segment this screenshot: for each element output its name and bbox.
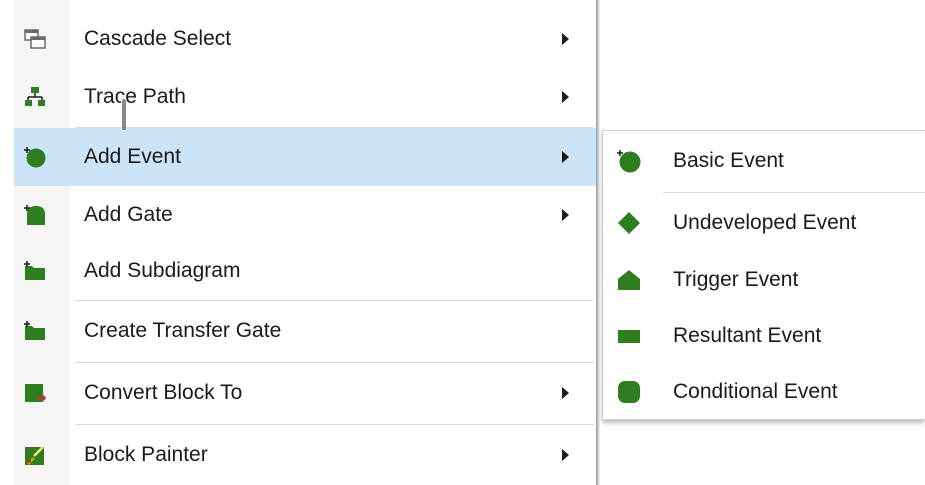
submenu-item-label: Undeveloped Event — [673, 211, 857, 234]
menu-item-label: Trace Path — [84, 85, 186, 108]
submenu-arrow-icon — [562, 151, 569, 163]
paint-brush-icon — [24, 444, 46, 466]
submenu-item-label: Conditional Event — [673, 380, 838, 403]
submenu-item-resultant-event[interactable]: Resultant Event — [603, 308, 925, 364]
menu-item-label: Add Gate — [84, 203, 173, 226]
menu-edge-shadow — [596, 0, 600, 485]
add-subdiagram-folder-icon — [24, 260, 46, 282]
submenu-item-trigger-event[interactable]: Trigger Event — [603, 252, 925, 308]
menu-item-convert-block-to[interactable]: Convert Block To — [14, 364, 596, 422]
menu-item-label: Add Subdiagram — [84, 259, 241, 282]
convert-block-icon — [24, 382, 47, 404]
menu-item-label: Create Transfer Gate — [84, 319, 282, 342]
transfer-gate-folder-icon — [24, 320, 46, 342]
submenu-arrow-icon — [562, 209, 569, 221]
submenu-arrow-icon — [562, 33, 569, 45]
submenu-separator — [663, 192, 925, 193]
text-cursor-icon — [121, 100, 126, 130]
rounded-square-icon — [617, 380, 641, 404]
menu-item-add-subdiagram[interactable]: Add Subdiagram — [14, 242, 596, 300]
submenu-arrow-icon — [562, 449, 569, 461]
diamond-icon — [617, 211, 641, 235]
submenu-item-label: Resultant Event — [673, 324, 822, 347]
submenu-item-undeveloped-event[interactable]: Undeveloped Event — [603, 195, 925, 251]
menu-item-block-painter[interactable]: Block Painter — [14, 426, 596, 484]
menu-separator — [76, 424, 594, 425]
rectangle-icon — [617, 324, 641, 348]
menu-item-label: Add Event — [84, 145, 181, 168]
submenu-item-label: Basic Event — [673, 149, 784, 172]
menu-separator — [76, 362, 594, 363]
submenu-item-conditional-event[interactable]: Conditional Event — [603, 364, 925, 420]
circle-icon — [617, 149, 641, 173]
cascade-windows-icon — [24, 28, 46, 50]
menu-item-add-gate[interactable]: Add Gate — [14, 186, 596, 244]
context-menu: Cascade Select Trace Path Add Event Add … — [0, 0, 596, 485]
menu-item-label: Block Painter — [84, 443, 208, 466]
add-event-submenu: Basic Event Undeveloped Event Trigger Ev… — [602, 130, 925, 420]
menu-item-trace-path[interactable]: Trace Path — [14, 68, 596, 126]
menu-item-label: Cascade Select — [84, 27, 232, 50]
submenu-arrow-icon — [562, 387, 569, 399]
menu-item-add-event[interactable]: Add Event — [14, 128, 596, 186]
menu-separator — [76, 300, 594, 301]
submenu-item-label: Trigger Event — [673, 268, 799, 291]
add-event-circle-icon — [24, 146, 46, 168]
menu-item-label: Convert Block To — [84, 381, 243, 404]
hierarchy-tree-icon — [24, 86, 46, 108]
menu-item-create-transfer-gate[interactable]: Create Transfer Gate — [14, 302, 596, 360]
submenu-arrow-icon — [562, 91, 569, 103]
house-pentagon-icon — [617, 268, 641, 292]
submenu-item-basic-event[interactable]: Basic Event — [603, 133, 925, 189]
add-gate-icon — [24, 204, 46, 226]
menu-item-cascade-select[interactable]: Cascade Select — [14, 10, 596, 68]
